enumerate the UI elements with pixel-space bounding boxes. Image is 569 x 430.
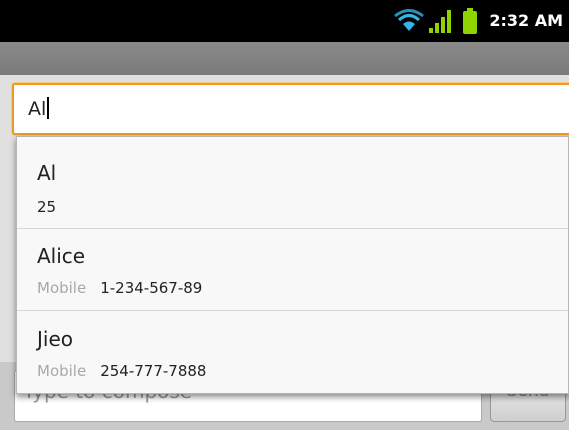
contact-number: 25 bbox=[37, 198, 57, 216]
contact-number: Mobile 1-234-567-89 bbox=[37, 279, 203, 297]
battery-icon bbox=[463, 8, 477, 34]
status-bar: 2:32 AM bbox=[0, 0, 569, 42]
title-bar bbox=[0, 42, 569, 75]
signal-icon bbox=[429, 10, 451, 33]
contact-name: Alice bbox=[37, 244, 86, 268]
wifi-icon bbox=[394, 9, 424, 31]
contact-suggestions-dropdown: Al 25 Alice Mobile 1-234-567-89 Jieo Mobi… bbox=[16, 136, 569, 394]
number-type: Mobile bbox=[37, 279, 87, 297]
contact-name: Jieo bbox=[37, 327, 73, 351]
contact-number: Mobile 254-777-7888 bbox=[37, 362, 207, 380]
suggestion-item[interactable]: Jieo Mobile 254-777-7888 bbox=[17, 311, 568, 393]
status-time: 2:32 AM bbox=[489, 11, 563, 30]
text-cursor bbox=[47, 97, 50, 119]
contact-name: Al bbox=[37, 161, 57, 185]
number-type: Mobile bbox=[37, 362, 87, 380]
recipient-input-value: Al bbox=[28, 85, 50, 133]
suggestion-item[interactable]: Al 25 bbox=[17, 137, 568, 229]
recipient-input[interactable]: Al bbox=[12, 83, 569, 135]
suggestion-item[interactable]: Alice Mobile 1-234-567-89 bbox=[17, 229, 568, 311]
